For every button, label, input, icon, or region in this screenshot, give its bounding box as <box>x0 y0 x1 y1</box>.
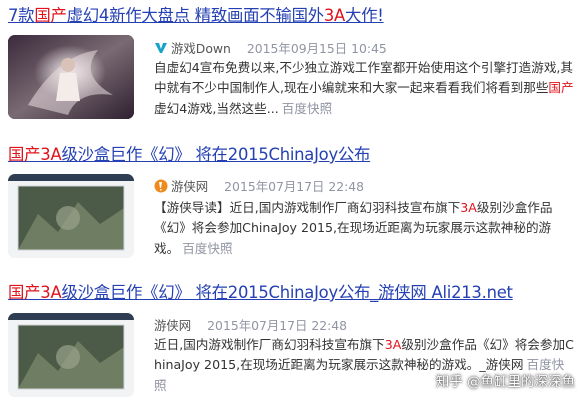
result-snippet: 【游侠导读】近日,国内游戏制作厂商幻羽科技宣布旗下3A级别沙盒作品《幻》将会参加… <box>154 198 574 259</box>
result-title-link[interactable]: 国产3A级沙盒巨作《幻》 将在2015ChinaJoy公布 <box>8 144 370 166</box>
result-title-link[interactable]: 7款国产虚幻4新作大盘点 精致画面不输国外3A大作! <box>8 5 384 27</box>
text-segment: 级沙盒巨作《幻》 将在2015ChinaJoy公布_游侠网 Ali213.net <box>61 283 513 302</box>
snapshot-link[interactable]: 百度快照 <box>182 241 232 256</box>
highlight-keyword: 国产 <box>548 80 574 96</box>
v-logo-icon <box>154 41 168 55</box>
result-source: 游戏Down <box>171 41 231 56</box>
highlight-keyword: 国产 <box>34 6 67 25</box>
search-result: 7款国产虚幻4新作大盘点 精致画面不输国外3A大作! 游戏Down 2015年09… <box>0 0 583 132</box>
text-segment: 虚幻4游戏,当然这些... <box>154 100 279 116</box>
result-thumbnail[interactable] <box>8 35 134 119</box>
zhihu-watermark: 知乎 @鱼缸里的深深鱼 <box>435 374 575 390</box>
text-segment: 自虚幻4宣布免费以来,不少独立游戏工作室都开始使用这个引擎打造游戏,其中就有不少… <box>154 60 574 96</box>
result-date: 2015年09月15日 10:45 <box>246 41 387 56</box>
highlight-keyword: 3A <box>460 200 477 215</box>
result-meta: 游侠网 2015年07月17日 22:48 <box>154 316 347 334</box>
snapshot-link[interactable]: 百度快照 <box>282 101 332 116</box>
result-date: 2015年07月17日 22:48 <box>207 318 348 333</box>
highlight-keyword: 3A <box>384 337 402 352</box>
search-result: 国产3A级沙盒巨作《幻》 将在2015ChinaJoy公布 游侠网 2015年07… <box>0 132 583 265</box>
fantasy-artwork-image <box>8 35 134 119</box>
result-meta: 游戏Down 2015年09月15日 10:45 <box>154 39 387 57</box>
text-segment: 近日,国内游戏制作厂商幻羽科技宣布旗下 <box>154 337 385 352</box>
highlight-keyword: 3A <box>323 6 346 25</box>
result-snippet: 自虚幻4宣布免费以来,不少独立游戏工作室都开始使用这个引擎打造游戏,其中就有不少… <box>154 58 574 119</box>
result-thumbnail[interactable] <box>8 174 134 258</box>
result-thumbnail[interactable] <box>8 313 134 397</box>
text-segment: 大作! <box>345 6 384 25</box>
highlight-keyword: 国产3A <box>8 283 62 302</box>
game-screenshot-image <box>8 174 134 258</box>
text-segment: 7款 <box>8 6 35 25</box>
result-source: 游侠网 <box>171 179 209 194</box>
result-source: 游侠网 <box>154 318 192 333</box>
text-segment: 【游侠导读】近日,国内游戏制作厂商幻羽科技宣布旗下 <box>154 200 461 215</box>
result-date: 2015年07月17日 22:48 <box>224 179 365 194</box>
highlight-keyword: 国产3A <box>8 145 62 164</box>
game-screenshot-image <box>8 313 134 397</box>
result-meta: 游侠网 2015年07月17日 22:48 <box>154 177 364 195</box>
result-title-link[interactable]: 国产3A级沙盒巨作《幻》 将在2015ChinaJoy公布_游侠网 Ali213… <box>8 282 513 304</box>
text-segment: 级沙盒巨作《幻》 将在2015ChinaJoy公布 <box>61 145 371 164</box>
youxia-logo-icon <box>154 179 168 193</box>
text-segment: 虚幻4新作大盘点 精致画面不输国外 <box>66 6 325 25</box>
